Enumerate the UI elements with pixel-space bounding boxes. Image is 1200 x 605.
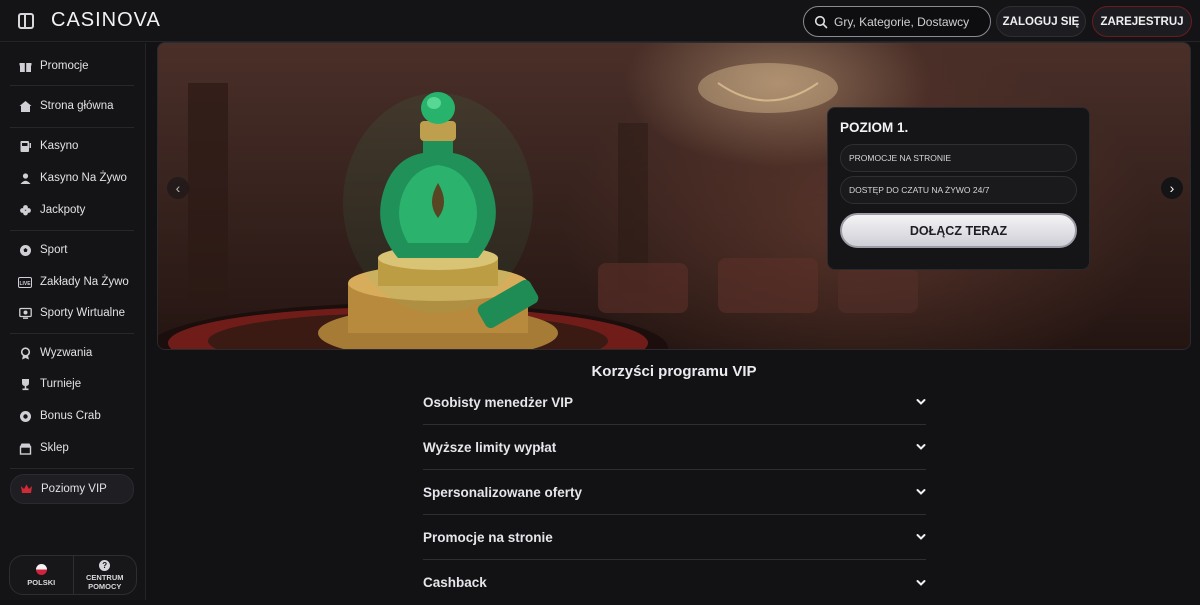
medal-icon xyxy=(18,346,32,360)
help-label-line2: POMOCY xyxy=(88,581,122,591)
divider xyxy=(10,127,134,128)
gift-icon xyxy=(18,59,32,73)
help-center-button[interactable]: ? CENTRUM POMOCY xyxy=(74,556,137,594)
top-header: CASINOVA ZALOGUJ SIĘ ZAREJESTRUJ xyxy=(0,0,1200,42)
chevron-down-icon xyxy=(916,399,926,405)
search-box[interactable] xyxy=(803,6,991,37)
join-now-button[interactable]: DOŁĄCZ TERAZ xyxy=(840,213,1077,248)
sidebar-item-shop[interactable]: Sklep xyxy=(10,434,134,462)
perk-item: DOSTĘP DO CZATU NA ŻYWO 24/7 xyxy=(840,176,1077,204)
benefits-title: Korzyści programu VIP xyxy=(591,363,757,380)
divider xyxy=(10,333,134,334)
sidebar-item-label: Wyzwania xyxy=(40,347,93,359)
sidebar-footer: POLSKI ? CENTRUM POMOCY xyxy=(9,555,137,595)
sidebar-item-label: Bonus Crab xyxy=(40,410,101,422)
sidebar-item-home[interactable]: Strona główna xyxy=(10,92,134,120)
level-title: POZIOM 1. xyxy=(840,120,909,135)
sidebar-item-jackpots[interactable]: Jackpoty xyxy=(10,196,134,224)
accordion-label: Wyższe limity wypłat xyxy=(423,439,557,455)
sidebar-item-sport[interactable]: Sport xyxy=(10,236,134,264)
divider xyxy=(10,85,134,86)
sidebar-item-label: Sporty Wirtualne xyxy=(40,307,126,319)
sidebar-item-kasyno[interactable]: Kasyno xyxy=(10,132,134,160)
help-label-line1: CENTRUM xyxy=(86,572,124,582)
sidebar-item-vip-levels[interactable]: Poziomy VIP xyxy=(10,474,134,504)
sidebar-item-label: Promocje xyxy=(40,60,89,72)
live-icon: LIVE xyxy=(18,275,32,289)
sidebar-item-promocje[interactable]: Promocje xyxy=(10,52,134,80)
accordion-label: Spersonalizowane oferty xyxy=(423,484,583,500)
sidebar-item-bonus-crab[interactable]: Bonus Crab xyxy=(10,402,134,430)
dealer-icon xyxy=(18,171,32,185)
divider xyxy=(10,230,134,231)
home-icon xyxy=(18,99,32,113)
search-input[interactable] xyxy=(834,14,984,29)
sidebar-item-label: Zakłady Na Żywo xyxy=(40,276,129,288)
accordion-item[interactable]: Wyższe limity wypłat xyxy=(423,425,926,470)
sidebar-item-tournaments[interactable]: Turnieje xyxy=(10,370,134,398)
carousel-prev-button[interactable]: ‹ xyxy=(167,177,189,199)
sidebar: Promocje Strona główna Kasyno Kasyno Na … xyxy=(0,43,146,600)
sidebar-item-label: Kasyno Na Żywo xyxy=(40,172,127,184)
language-label: POLSKI xyxy=(27,577,56,587)
soccer-ball-icon xyxy=(18,243,32,257)
accordion-item[interactable]: Cashback xyxy=(423,560,926,605)
chevron-down-icon xyxy=(916,579,926,586)
search-icon xyxy=(814,15,828,28)
accordion-item[interactable]: Spersonalizowane oferty xyxy=(423,470,926,515)
accordion-item[interactable]: Osobisty menedżer VIP xyxy=(423,380,926,425)
divider xyxy=(10,468,134,469)
sidebar-item-label: Sklep xyxy=(40,442,69,454)
sidebar-item-live-bets[interactable]: LIVE Zakłady Na Żywo xyxy=(10,268,134,296)
shop-icon xyxy=(18,441,32,455)
virtual-sports-icon xyxy=(18,306,32,320)
sidebar-item-challenges[interactable]: Wyzwania xyxy=(10,339,134,367)
login-button[interactable]: ZALOGUJ SIĘ xyxy=(996,6,1086,37)
chevron-down-icon xyxy=(916,444,926,450)
poland-flag-icon xyxy=(35,563,47,575)
slot-machine-icon xyxy=(18,139,32,153)
carousel-next-button[interactable]: › xyxy=(1161,177,1183,199)
sidebar-item-label: Strona główna xyxy=(40,100,114,112)
sidebar-item-label: Kasyno xyxy=(40,140,79,152)
svg-text:LIVE: LIVE xyxy=(19,280,31,286)
register-button[interactable]: ZAREJESTRUJ xyxy=(1092,6,1192,37)
casinova-logo[interactable]: CASINOVA xyxy=(51,9,161,32)
crab-icon xyxy=(18,409,32,423)
accordion-label: Osobisty menedżer VIP xyxy=(423,394,574,410)
vip-level-card: POZIOM 1. PROMOCJE NA STRONIE DOSTĘP DO … xyxy=(827,107,1090,270)
accordion-label: Promocje na stronie xyxy=(423,529,553,545)
sidebar-item-label: Poziomy VIP xyxy=(41,483,107,495)
trophy-icon xyxy=(18,377,32,391)
chevron-down-icon xyxy=(916,489,926,495)
sidebar-item-label: Jackpoty xyxy=(40,204,86,216)
accordion-item[interactable]: Promocje na stronie xyxy=(423,515,926,560)
language-selector[interactable]: POLSKI xyxy=(10,556,73,594)
chevron-down-icon xyxy=(916,534,926,540)
sidebar-item-label: Turnieje xyxy=(40,378,82,390)
sidebar-item-label: Sport xyxy=(40,244,68,256)
sidebar-item-live-casino[interactable]: Kasyno Na Żywo xyxy=(10,164,134,192)
question-icon: ? xyxy=(99,559,111,571)
accordion-label: Cashback xyxy=(423,575,487,590)
perk-item: PROMOCJE NA STRONIE xyxy=(840,144,1077,172)
crown-icon xyxy=(19,482,33,496)
clover-icon xyxy=(18,203,32,217)
vip-hero-banner: ‹ › POZIOM 1. PROMOCJE NA STRONIE DOSTĘP… xyxy=(157,42,1191,350)
sidebar-item-virtual-sports[interactable]: Sporty Wirtualne xyxy=(10,299,134,327)
sidebar-toggle-icon[interactable] xyxy=(18,13,34,29)
